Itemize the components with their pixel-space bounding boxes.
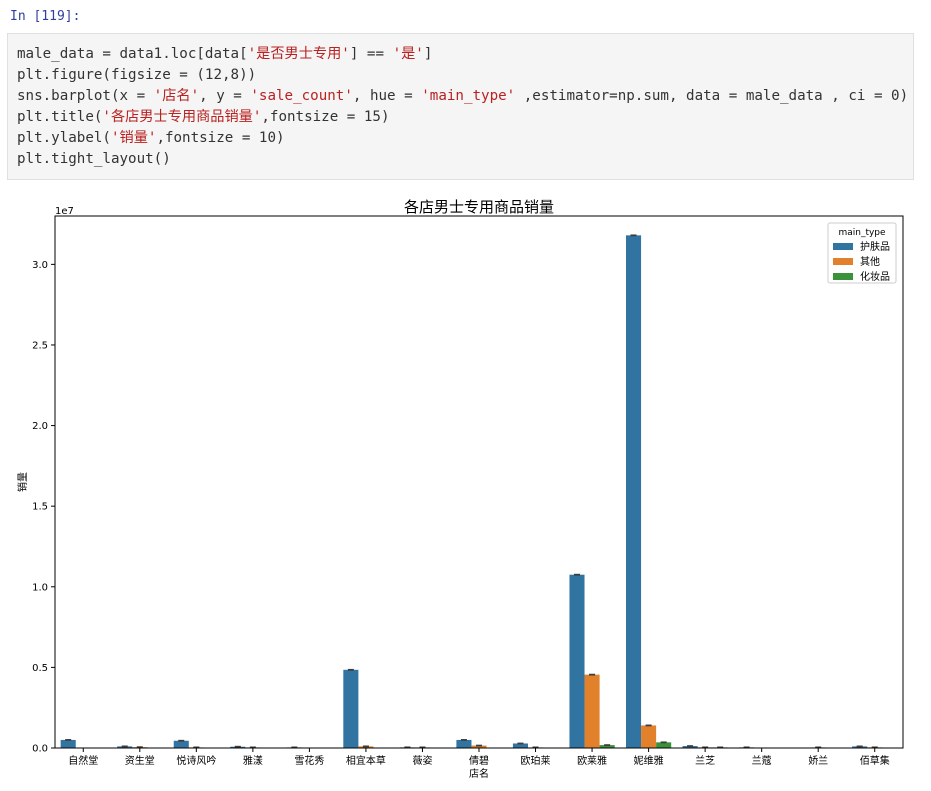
code-line-6: plt.tight_layout() <box>17 151 171 167</box>
x-tick-label: 薇姿 <box>412 754 432 767</box>
x-axis-label: 店名 <box>469 767 489 780</box>
code-line-2: plt.figure(figsize = (12,8)) <box>17 67 257 83</box>
x-tick-label: 妮维雅 <box>634 754 664 767</box>
bar <box>343 669 359 748</box>
bar <box>584 674 600 748</box>
legend-label: 其他 <box>860 255 880 268</box>
x-tick-label: 欧珀莱 <box>521 754 551 767</box>
x-tick-label: 自然堂 <box>68 754 98 767</box>
legend-swatch <box>833 243 853 250</box>
x-axis-ticks: 自然堂 资生堂 悦诗风吟 雅漾 雪花秀 相宜本草 薇姿 倩碧 欧珀莱 欧莱雅 妮维雅 兰芝 兰蔻 娇兰 佰草… <box>68 748 890 767</box>
legend-swatch <box>833 258 853 265</box>
x-tick-label: 雪花秀 <box>294 754 324 767</box>
code-line-1: male_data = data1.loc[data['是否男士专用'] == … <box>17 46 433 62</box>
code-cell[interactable]: male_data = data1.loc[data['是否男士专用'] == … <box>7 33 914 180</box>
bar <box>456 739 472 748</box>
y-axis-label: 销量 <box>16 472 29 492</box>
y-tick-label: 0.0 <box>32 744 48 755</box>
x-tick-label: 兰芝 <box>695 754 715 767</box>
x-tick-label: 佰草集 <box>860 754 890 767</box>
bar <box>60 739 76 748</box>
x-tick-label: 倩碧 <box>469 754 489 767</box>
bar <box>625 235 642 748</box>
x-tick-label: 娇兰 <box>808 754 828 767</box>
legend: main_type 护肤品其他化妆品 <box>827 222 897 284</box>
y-axis-ticks: 0.0 0.5 1.0 1.5 2.0 2.5 3.0 <box>32 260 55 755</box>
x-tick-label: 相宜本草 <box>346 754 386 767</box>
bar <box>641 725 657 748</box>
bar <box>173 740 189 748</box>
legend-label: 化妆品 <box>860 270 890 283</box>
legend-title: main_type <box>838 228 886 238</box>
legend-label: 护肤品 <box>860 240 890 253</box>
chart-figure: 各店男士专用商品销量 1e7 0.0 0.5 1.0 1.5 2.0 2.5 3.0 自然堂… <box>16 198 904 780</box>
chart-title: 各店男士专用商品销量 <box>404 198 554 216</box>
y-tick-label: 2.5 <box>32 340 48 351</box>
y-offset-label: 1e7 <box>55 206 74 217</box>
y-tick-label: 2.0 <box>32 421 48 432</box>
legend-swatch <box>833 273 853 280</box>
x-tick-label: 悦诗风吟 <box>176 754 216 767</box>
bar <box>569 574 585 748</box>
y-tick-label: 3.0 <box>32 260 48 271</box>
axes-frame <box>54 215 904 749</box>
code-line-5: plt.ylabel('销量',fontsize = 10) <box>17 130 285 146</box>
x-tick-label: 雅漾 <box>243 754 263 767</box>
x-tick-label: 兰蔻 <box>752 754 772 767</box>
y-tick-label: 1.0 <box>32 582 48 593</box>
x-tick-label: 资生堂 <box>125 754 155 767</box>
code-line-3: sns.barplot(x = '店名', y = 'sale_count', … <box>17 88 909 104</box>
bars-group <box>60 234 883 749</box>
cell-prompt: In [119]: <box>10 9 81 24</box>
x-tick-label: 欧莱雅 <box>577 754 607 767</box>
code-line-4: plt.title('各店男士专用商品销量',fontsize = 15) <box>17 109 390 125</box>
y-tick-label: 0.5 <box>32 663 48 674</box>
y-tick-label: 1.5 <box>32 502 48 513</box>
code-editor[interactable]: male_data = data1.loc[data['是否男士专用'] == … <box>17 44 908 170</box>
